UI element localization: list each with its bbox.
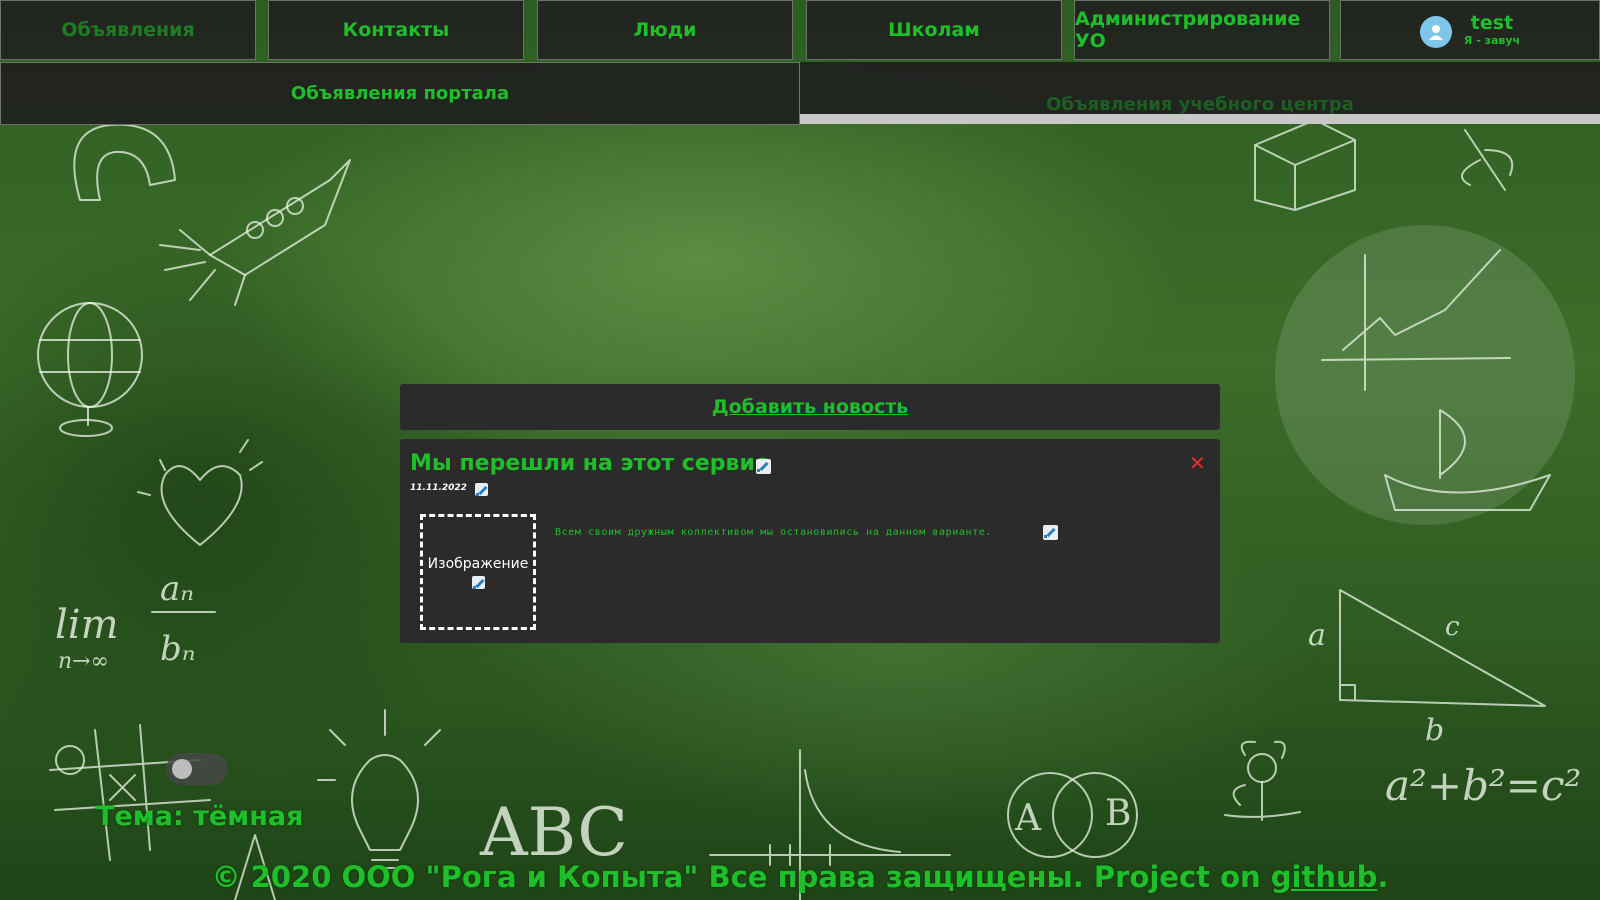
tab-administration[interactable]: Администрирование УО <box>1074 0 1330 60</box>
announcements-subnav: Объявления портала Объявления учебного ц… <box>0 62 1600 126</box>
edit-title-icon[interactable] <box>756 459 771 474</box>
image-placeholder-label: Изображение <box>427 555 529 572</box>
svg-text:A: A <box>1014 798 1042 839</box>
news-body: Всем своим дружным коллективом мы остано… <box>555 527 992 538</box>
user-name: test <box>1470 12 1514 34</box>
toggle-knob <box>172 759 192 779</box>
news-card: Мы перешли на этот сервис 11.11.2022 ✕ И… <box>400 439 1220 643</box>
add-news-bar: Добавить новость <box>400 384 1220 430</box>
tab-contacts[interactable]: Контакты <box>268 0 524 60</box>
add-news-link[interactable]: Добавить новость <box>712 396 909 418</box>
svg-text:lim: lim <box>55 602 119 648</box>
footer-end: . <box>1377 860 1389 894</box>
news-date: 11.11.2022 <box>410 483 467 493</box>
footer-text: © 2020 ООО "Рога и Копыта" Все права защ… <box>211 860 1271 894</box>
user-avatar-icon <box>1419 16 1452 48</box>
edit-body-icon[interactable] <box>1043 525 1058 540</box>
tab-center-announcements[interactable]: Объявления учебного центра <box>800 62 1600 124</box>
tab-portal-announcements[interactable]: Объявления портала <box>0 62 800 125</box>
svg-text:c: c <box>1445 612 1460 642</box>
footer: © 2020 ООО "Рога и Копыта" Все права защ… <box>0 860 1600 894</box>
svg-text:B: B <box>1105 793 1131 834</box>
tab-people[interactable]: Люди <box>537 0 793 60</box>
tab-center-announcements-label: Объявления учебного центра <box>1046 94 1354 115</box>
tab-announcements[interactable]: Объявления <box>0 0 256 60</box>
news-title: Мы перешли на этот сервис <box>410 451 768 476</box>
edit-date-icon[interactable] <box>475 483 488 496</box>
svg-text:aₙ: aₙ <box>160 569 194 609</box>
svg-text:n→∞: n→∞ <box>58 649 109 674</box>
user-profile[interactable]: test Я - завуч <box>1340 0 1600 60</box>
github-link[interactable]: github <box>1271 860 1378 894</box>
svg-text:b: b <box>1425 713 1444 748</box>
theme-toggle[interactable] <box>166 753 228 785</box>
main-nav: Объявления Контакты Люди Школам Админист… <box>0 0 1600 62</box>
edit-image-icon[interactable] <box>471 575 485 589</box>
theme-label: Тема: тёмная <box>96 801 304 832</box>
tab-schools[interactable]: Школам <box>806 0 1062 60</box>
svg-text:a²+b²=c²: a²+b²=c² <box>1385 761 1581 810</box>
svg-text:a: a <box>1308 618 1326 653</box>
delete-news-button[interactable]: ✕ <box>1189 453 1206 473</box>
user-role: Я - завуч <box>1463 34 1521 47</box>
svg-text:bₙ: bₙ <box>160 629 196 669</box>
news-image-placeholder[interactable]: Изображение <box>420 514 536 630</box>
